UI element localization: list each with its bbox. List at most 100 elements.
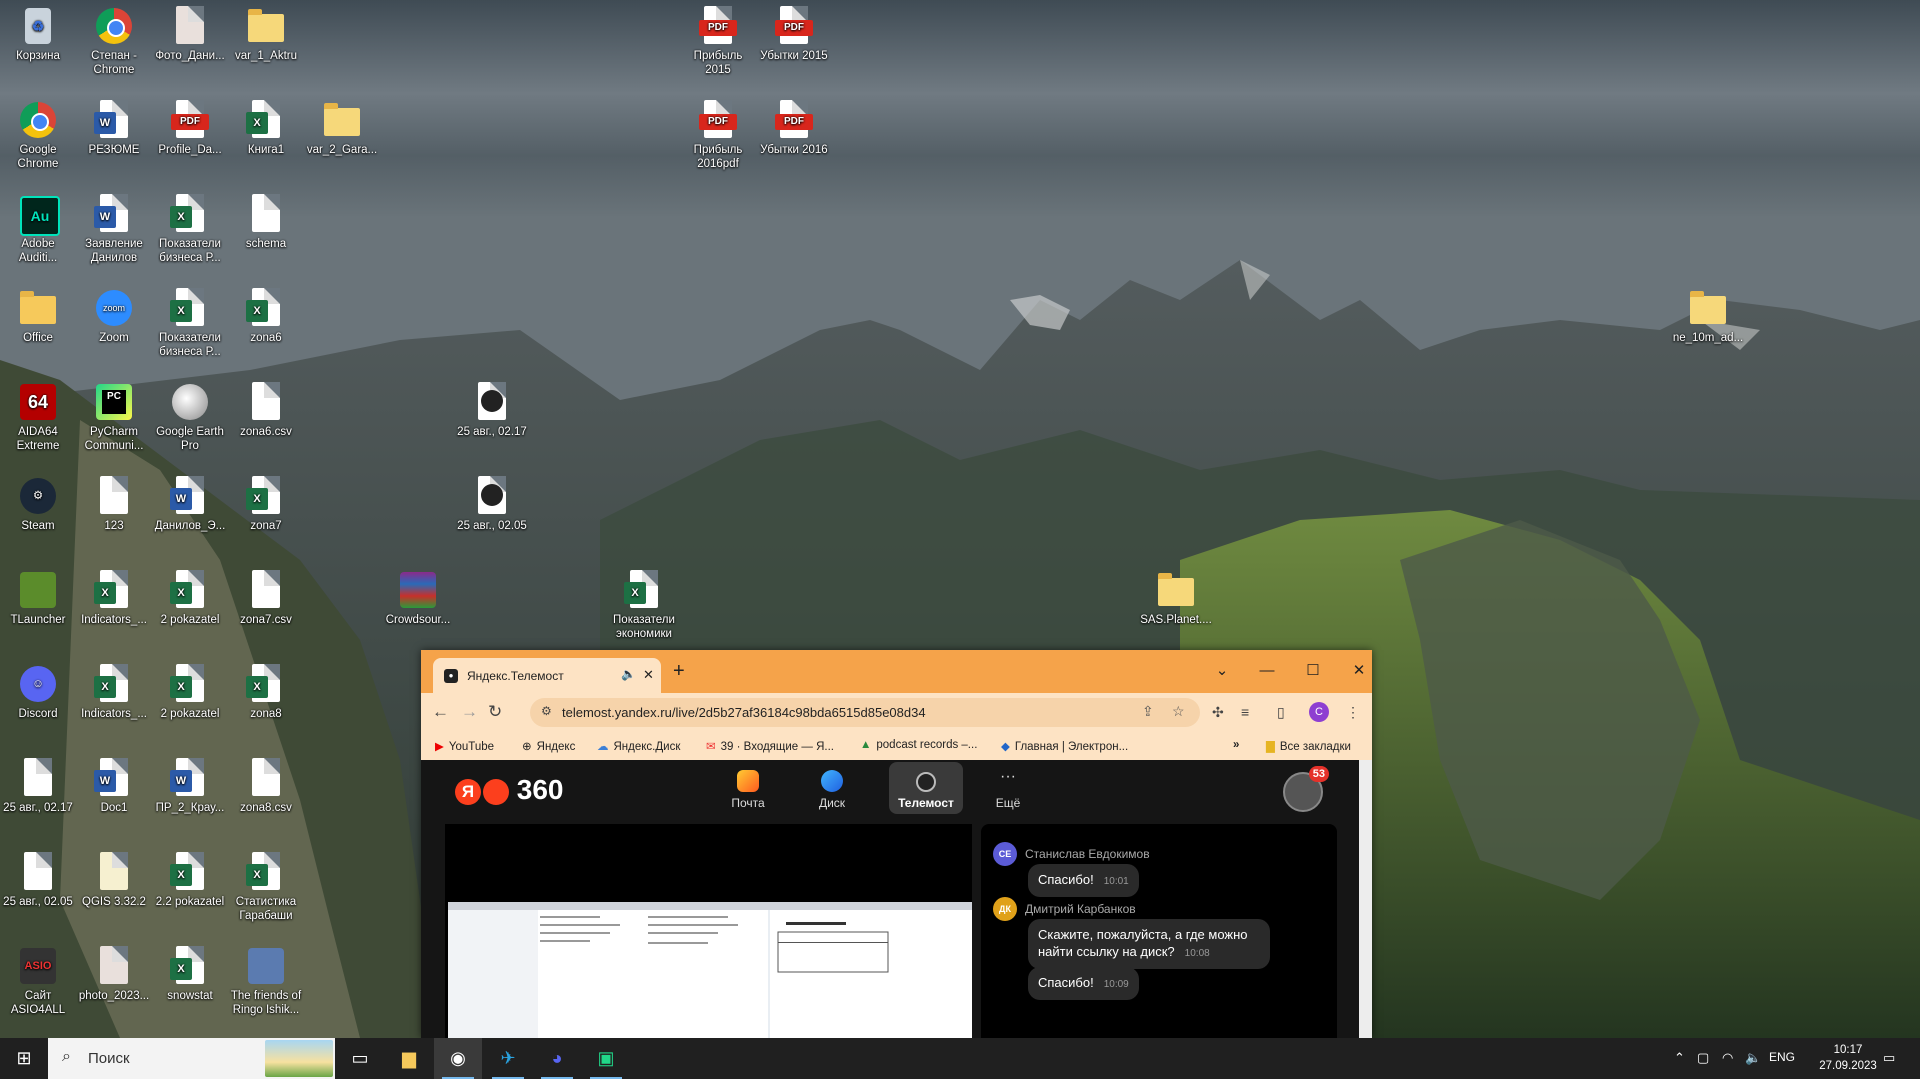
desktop-icon[interactable]: zona6.csv: [228, 378, 304, 439]
desktop-icon[interactable]: var_1_Aktru: [228, 2, 304, 63]
menu-kebab-icon[interactable]: ⋮: [1346, 701, 1360, 723]
desktop-icon[interactable]: Xzona6: [228, 284, 304, 345]
forward-arrow-icon[interactable]: →: [461, 701, 478, 723]
desktop-icon[interactable]: 25 авг., 02.17: [0, 754, 76, 815]
desktop-icon[interactable]: photo_2023...: [76, 942, 152, 1003]
network-wifi-icon[interactable]: ◠: [1722, 1050, 1733, 1066]
desktop-icon[interactable]: W ПР_2_Крау...: [152, 754, 228, 815]
meet-now-icon[interactable]: ▢: [1697, 1050, 1709, 1066]
side-panel-icon[interactable]: ▯: [1277, 701, 1285, 723]
desktop-icon[interactable]: ♻ Корзина: [0, 2, 76, 63]
profile-avatar[interactable]: C: [1309, 702, 1329, 722]
bookmark-yandex-disk[interactable]: ☁ Яндекс.Диск: [597, 739, 680, 753]
desktop-icon[interactable]: Google Earth Pro: [152, 378, 228, 453]
desktop-icon[interactable]: zoom Zoom: [76, 284, 152, 345]
site-info-icon[interactable]: ⚙: [541, 704, 552, 718]
desktop-icon[interactable]: X Книга1: [228, 96, 304, 157]
desktop-icon[interactable]: W Doc1: [76, 754, 152, 815]
desktop-icon[interactable]: Au Adobe Auditi...: [0, 190, 76, 265]
desktop-icon[interactable]: TLauncher: [0, 566, 76, 627]
desktop-icon[interactable]: ☺ Discord: [0, 660, 76, 721]
desktop-icon[interactable]: X 2.2 pokazatel: [152, 848, 228, 909]
discord-taskbar-icon[interactable]: ◕: [533, 1038, 581, 1079]
desktop-icon[interactable]: X Показатели бизнеса Р...: [152, 190, 228, 265]
desktop-icon[interactable]: Xsnowstat: [152, 942, 228, 1003]
desktop-icon[interactable]: X 2 pokazatel: [152, 566, 228, 627]
bookmark-main-electronic[interactable]: ◆ Главная | Электрон...: [1001, 739, 1128, 753]
desktop-icon[interactable]: Xzona7: [228, 472, 304, 533]
url-text[interactable]: telemost.yandex.ru/live/2d5b27af36184c98…: [562, 705, 926, 720]
desktop-icon[interactable]: Фото_Дани...: [152, 2, 228, 63]
minimize-button[interactable]: —: [1247, 656, 1287, 686]
media-queue-icon[interactable]: ≡: [1241, 701, 1249, 723]
chrome-taskbar-icon[interactable]: ◉: [434, 1038, 482, 1079]
desktop-icon[interactable]: 123: [76, 472, 152, 533]
desktop-icon[interactable]: X Indicators_...: [76, 566, 152, 627]
tab-close-icon[interactable]: ✕: [643, 667, 654, 683]
desktop-icon[interactable]: ⚙ Steam: [0, 472, 76, 533]
bookmark-mail-inbox[interactable]: ✉ 39 · Входящие — Я...: [706, 739, 834, 753]
desktop-icon[interactable]: X 2 pokazatel: [152, 660, 228, 721]
desktop-icon[interactable]: W Заявление Данилов: [76, 190, 152, 265]
desktop-icon[interactable]: X Показатели бизнеса Р...: [152, 284, 228, 359]
page-scrollbar[interactable]: [1359, 760, 1372, 1038]
start-windows-icon[interactable]: ⊞: [0, 1038, 48, 1079]
volume-icon[interactable]: 🔈: [1745, 1050, 1761, 1066]
browser-window[interactable]: ● Яндекс.Телемост 🔈 ✕ + ⌄ — ☐ ✕ ← → ↻ ⚙ …: [421, 650, 1372, 1038]
tab-audio-icon[interactable]: 🔈: [621, 667, 636, 681]
desktop-icon[interactable]: var_2_Gara...: [304, 96, 380, 157]
tray-chevron-up-icon[interactable]: ⌃: [1674, 1050, 1685, 1066]
extensions-puzzle-icon[interactable]: ✣: [1212, 701, 1224, 723]
reload-icon[interactable]: ↻: [488, 701, 502, 723]
nav-disk[interactable]: Диск: [800, 760, 864, 812]
taskbar-search[interactable]: ⌕ Поиск: [48, 1038, 335, 1079]
bookmark-star-icon[interactable]: ☆: [1172, 703, 1185, 720]
bookmark-yandex[interactable]: ⊕ Яндекс: [522, 739, 575, 753]
close-window-button[interactable]: ✕: [1339, 656, 1372, 686]
back-arrow-icon[interactable]: ←: [432, 701, 449, 723]
browser-tab[interactable]: ● Яндекс.Телемост 🔈 ✕: [433, 658, 661, 693]
desktop-icon[interactable]: PDF Прибыль 2015: [680, 2, 756, 77]
desktop-icon[interactable]: zona8.csv: [228, 754, 304, 815]
bookmark-youtube[interactable]: ▶ YouTube: [435, 739, 494, 753]
desktop-icon[interactable]: 25 авг., 02.05: [454, 472, 530, 533]
desktop-icon[interactable]: QGIS 3.32.2: [76, 848, 152, 909]
pycharm-taskbar-icon[interactable]: ▣: [582, 1038, 630, 1079]
share-icon[interactable]: ⇪: [1142, 703, 1154, 720]
system-clock[interactable]: 10:17 27.09.2023: [1817, 1042, 1879, 1074]
desktop-icon[interactable]: Crowdsour...: [380, 566, 456, 627]
desktop-icon[interactable]: 64 AIDA64 Extreme: [0, 378, 76, 453]
desktop-icon[interactable]: 25 авг., 02.05: [0, 848, 76, 909]
notifications-icon[interactable]: ▭: [1883, 1050, 1895, 1066]
desktop-icon[interactable]: ASIO Сайт ASIO4ALL: [0, 942, 76, 1017]
desktop-icon[interactable]: Office: [0, 284, 76, 345]
desktop-icon[interactable]: ne_10m_ad...: [1670, 284, 1746, 345]
desktop-icon[interactable]: PC PyCharm Communi...: [76, 378, 152, 453]
desktop-icon[interactable]: 25 авг., 02.17: [454, 378, 530, 439]
bookmarks-overflow-button[interactable]: »: [1233, 739, 1239, 751]
input-language[interactable]: ENG: [1769, 1050, 1795, 1064]
tab-search-chevron-down-icon[interactable]: ⌄: [1202, 656, 1242, 686]
desktop-icon[interactable]: PDF Прибыль 2016pdf: [680, 96, 756, 171]
task-view-icon[interactable]: ▭: [336, 1038, 384, 1079]
new-tab-button[interactable]: +: [673, 660, 685, 683]
desktop-icon[interactable]: SAS.Planet....: [1138, 566, 1214, 627]
bookmark-podcast-records[interactable]: ▲ podcast records –...: [860, 739, 977, 751]
nav-mail[interactable]: Почта: [716, 760, 780, 812]
browser-titlebar[interactable]: ● Яндекс.Телемост 🔈 ✕ + ⌄ — ☐ ✕: [421, 650, 1372, 693]
maximize-button[interactable]: ☐: [1293, 656, 1333, 686]
user-avatar[interactable]: 53: [1283, 766, 1329, 812]
desktop-icon[interactable]: X Статистика Гарабаши: [228, 848, 304, 923]
desktop-icon[interactable]: PDF Profile_Da...: [152, 96, 228, 157]
desktop-icon[interactable]: The friends of Ringo Ishik...: [228, 942, 304, 1017]
desktop-icon[interactable]: Google Chrome: [0, 96, 76, 171]
desktop-icon[interactable]: Степан - Chrome: [76, 2, 152, 77]
desktop-icon[interactable]: schema: [228, 190, 304, 251]
desktop-icon[interactable]: W РЕЗЮМЕ: [76, 96, 152, 157]
yandex-360-logo[interactable]: Я 360: [455, 774, 564, 806]
desktop-icon[interactable]: X Показатели экономики: [606, 566, 682, 641]
desktop-icon[interactable]: X Indicators_...: [76, 660, 152, 721]
telegram-taskbar-icon[interactable]: ✈: [484, 1038, 532, 1079]
file-explorer-icon[interactable]: ▆: [385, 1038, 433, 1079]
all-bookmarks-folder[interactable]: ▇ Все закладки: [1266, 739, 1351, 753]
